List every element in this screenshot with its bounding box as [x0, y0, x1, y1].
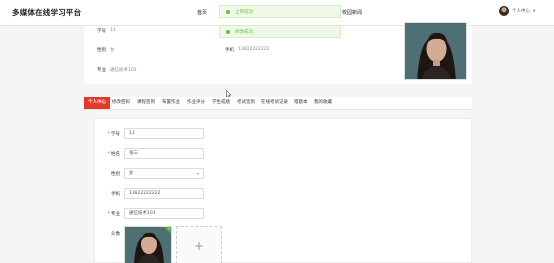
nav-link-home[interactable]: 首页 — [197, 9, 207, 16]
gender-value: 女 — [110, 48, 115, 53]
major-value: 通信技术101 — [110, 68, 137, 73]
toast-text: 修改成功 — [235, 29, 253, 35]
phone-value: 13822222222 — [238, 47, 270, 52]
phone-field-label: 手机 — [111, 192, 120, 197]
name-field-label: *姓名 — [107, 152, 120, 157]
nav-link-news[interactable]: 校园新闻 — [342, 9, 362, 16]
tab-mistake-book[interactable]: 错题本 — [294, 97, 308, 109]
profile-photo — [404, 22, 467, 80]
check-icon: ✓ — [167, 226, 171, 231]
upload-add-button[interactable]: + — [176, 226, 222, 263]
success-icon — [226, 9, 230, 14]
uploaded-avatar-thumbnail[interactable]: ✓ — [124, 226, 172, 263]
major-field-label-text: 专业 — [111, 212, 120, 217]
tab-course-checkin[interactable]: 课程签到 — [137, 97, 155, 109]
user-menu-label[interactable]: 个人中心 — [512, 8, 530, 14]
student-no-value: 11 — [110, 28, 116, 33]
student-no-field-label: *学号 — [107, 132, 120, 137]
chevron-down-icon[interactable]: ▾ — [533, 9, 535, 14]
toast-update-success: 修改成功 — [219, 25, 341, 38]
portrait-image — [405, 23, 466, 79]
student-no-input[interactable]: 11 — [124, 128, 204, 139]
tab-homework-grading[interactable]: 作业评分 — [187, 97, 205, 109]
tab-change-password[interactable]: 修改密码 — [112, 97, 130, 109]
gender-label: 性别 — [97, 48, 106, 53]
name-field-label-text: 姓名 — [111, 152, 120, 157]
tab-my-favorites[interactable]: 我的收藏 — [314, 97, 332, 109]
gender-field-label: 性别 — [111, 172, 120, 177]
tab-online-exam-records[interactable]: 在线考试记录 — [261, 97, 288, 109]
user-menu[interactable]: 个人中心 ▾ — [499, 6, 535, 16]
phone-input[interactable]: 13822222222 — [124, 188, 204, 199]
avatar-field-label: 头像 — [111, 232, 120, 237]
tab-student-grades[interactable]: 学生成绩 — [212, 97, 230, 109]
major-label: 专业 — [97, 68, 106, 73]
gender-select-value: 女 — [129, 171, 134, 176]
student-no-field-label-text: 学号 — [111, 132, 120, 137]
tab-assign-homework[interactable]: 布置作业 — [162, 97, 180, 109]
major-input[interactable]: 通信技术101 — [124, 208, 204, 219]
gender-select[interactable]: 女 ▾ — [124, 168, 204, 179]
avatar[interactable] — [499, 6, 509, 16]
student-no-label: 学号 — [97, 29, 106, 34]
tab-exam-checkin[interactable]: 考试签到 — [237, 97, 255, 109]
chevron-down-icon: ▾ — [196, 171, 199, 176]
toast-upload-success: 上传成功 — [219, 5, 341, 18]
toast-text: 上传成功 — [235, 9, 253, 15]
phone-label: 手机 — [225, 48, 234, 53]
success-icon — [226, 29, 230, 34]
major-field-label: *专业 — [107, 212, 120, 217]
name-input[interactable]: 张三 — [124, 148, 204, 159]
tab-personal-center[interactable]: 个人中心 — [84, 97, 110, 109]
site-title[interactable]: 多媒体在线学习平台 — [12, 7, 81, 18]
profile-tab-bar: 个人中心 修改密码 课程签到 布置作业 作业评分 学生成绩 考试签到 在线考试记… — [84, 97, 472, 110]
